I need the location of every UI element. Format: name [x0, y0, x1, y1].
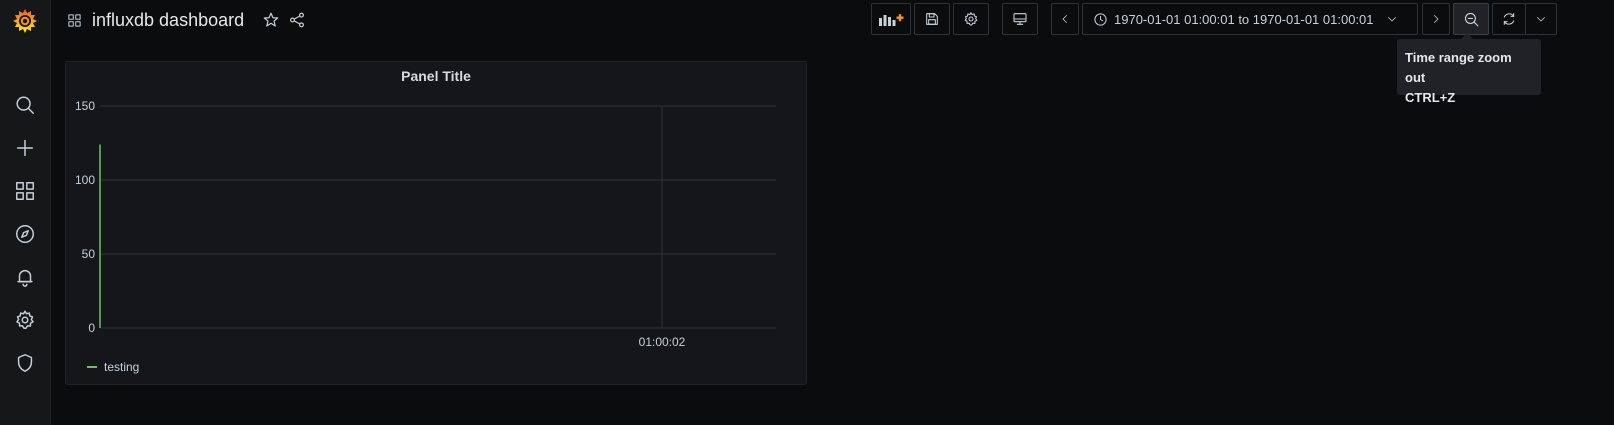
apps-icon [68, 13, 81, 27]
plus-icon [16, 139, 34, 157]
x-tick-label: 01:00:02 [639, 335, 686, 349]
add-panel-icon [879, 14, 904, 26]
star-icon [263, 12, 279, 27]
refresh-dashboard-button[interactable] [1492, 3, 1526, 35]
sync-icon [1503, 13, 1515, 25]
sidebar-item-create[interactable] [9, 132, 41, 164]
sidebar-item-configuration[interactable] [9, 304, 41, 336]
legend-series-swatch [87, 366, 97, 368]
sidebar [0, 0, 51, 425]
clock-icon [1094, 12, 1107, 26]
bell-icon [17, 269, 33, 287]
star-dashboard-button[interactable] [258, 7, 284, 33]
chevron-left-icon [1062, 15, 1067, 23]
share-icon [290, 12, 305, 28]
time-range-forward-button[interactable] [1422, 3, 1450, 35]
dashboard-settings-button[interactable] [953, 3, 989, 35]
compass-icon [16, 225, 34, 243]
chevron-down-icon [1537, 17, 1545, 22]
save-dashboard-button[interactable] [914, 3, 950, 35]
cycle-view-mode-button[interactable] [1002, 3, 1038, 35]
save-icon [926, 13, 938, 25]
dashboard-title-area: influxdb dashboard [67, 6, 310, 34]
tooltip-title: Time range zoom out [1405, 50, 1512, 85]
time-range-zoom-out-button[interactable] [1453, 3, 1489, 35]
sidebar-item-alerting[interactable] [9, 261, 41, 293]
sidebar-item-server-admin[interactable] [9, 347, 41, 379]
chevron-right-icon [1434, 15, 1439, 23]
apps-icon [16, 182, 34, 200]
time-range-picker[interactable]: 1970-01-01 01:00:01 to 1970-01-01 01:00:… [1082, 3, 1418, 35]
y-tick-label: 0 [88, 321, 95, 335]
time-range-label: 1970-01-01 01:00:01 to 1970-01-01 01:00:… [1114, 11, 1374, 27]
monitor-icon [1013, 13, 1027, 25]
y-tick-label: 50 [82, 247, 96, 261]
time-range-back-button[interactable] [1051, 3, 1079, 35]
graph-panel[interactable]: Panel Title 0 50 100 150 01:00:02 testing [65, 61, 807, 385]
gear-icon [964, 12, 978, 26]
legend-item[interactable]: testing [87, 360, 139, 374]
add-panel-button[interactable] [871, 3, 911, 35]
search-icon [16, 96, 34, 114]
refresh-interval-dropdown[interactable] [1525, 3, 1557, 35]
graph-chart: 0 50 100 150 01:00:02 [75, 99, 776, 349]
sidebar-item-dashboards[interactable] [9, 175, 41, 207]
sidebar-item-explore[interactable] [9, 218, 41, 250]
gear-icon [16, 310, 34, 329]
page-title[interactable]: influxdb dashboard [92, 10, 244, 31]
legend-series-label: testing [104, 360, 140, 374]
y-tick-label: 150 [75, 99, 95, 113]
chevron-down-icon [1387, 17, 1396, 22]
zoom-out-tooltip: Time range zoom out CTRL+Z [1397, 33, 1541, 105]
y-tick-label: 100 [75, 173, 95, 187]
grafana-logo[interactable] [5, 3, 45, 39]
tooltip-shortcut: CTRL+Z [1405, 90, 1456, 105]
shield-icon [17, 354, 33, 372]
grafana-logo-icon [13, 9, 37, 33]
share-dashboard-button[interactable] [284, 7, 310, 33]
sidebar-item-search[interactable] [9, 89, 41, 121]
zoom-out-icon [1464, 12, 1478, 26]
